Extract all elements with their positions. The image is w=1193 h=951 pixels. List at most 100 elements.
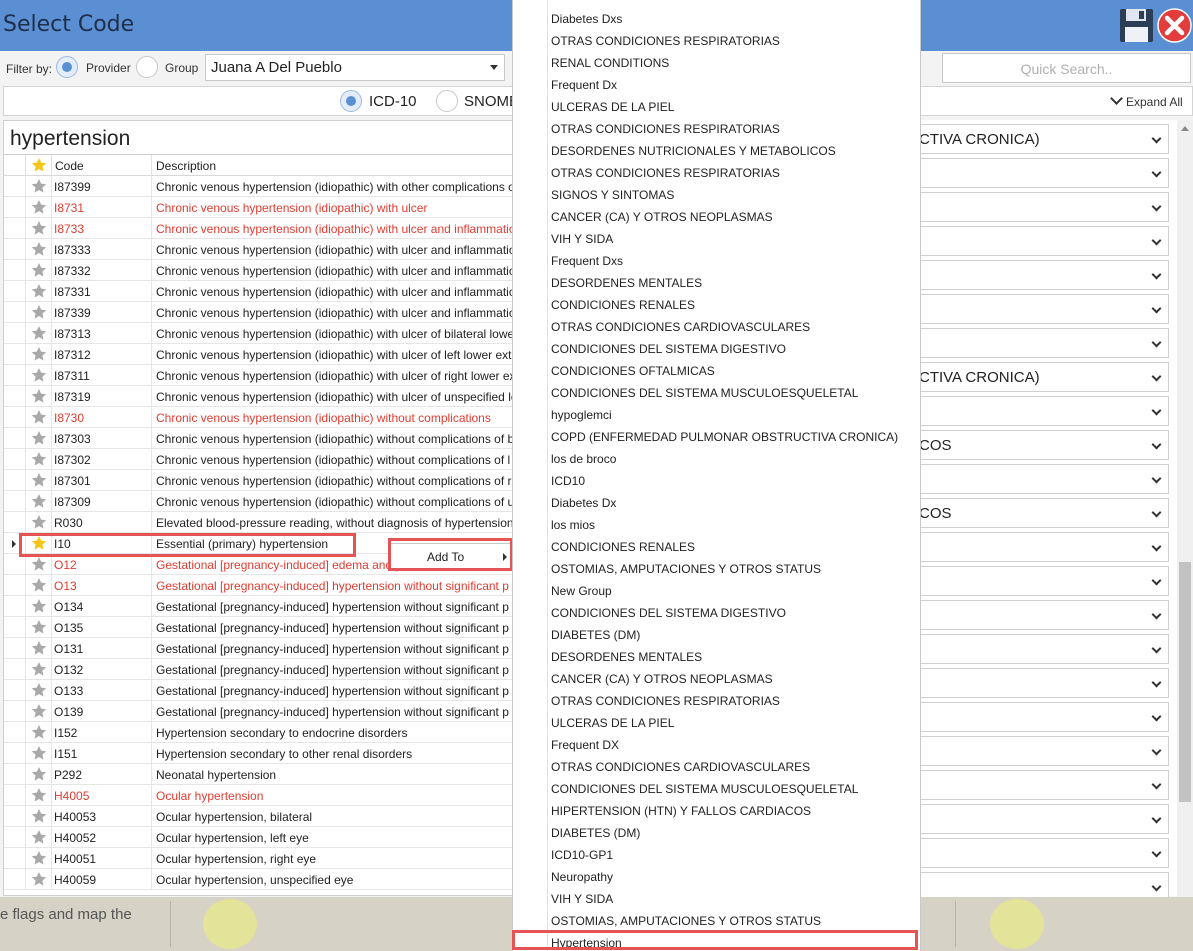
close-icon[interactable] <box>1157 8 1192 43</box>
star-icon[interactable] <box>31 304 47 320</box>
group-menu-item[interactable]: los mios <box>551 518 595 532</box>
table-row[interactable]: H4005 Ocular hypertension <box>4 785 517 806</box>
favorite-star-cell[interactable] <box>25 323 51 344</box>
table-row[interactable]: H40059 Ocular hypertension, unspecified e… <box>4 869 517 890</box>
code-column-header[interactable]: Code <box>51 155 151 176</box>
group-menu-item[interactable]: hypoglemci <box>551 408 612 422</box>
group-menu-item[interactable]: HIPERTENSION (HTN) Y FALLOS CARDIACOS <box>551 804 811 818</box>
group-menu-item[interactable]: Frequent Dxs <box>551 254 623 268</box>
favorite-star-cell[interactable] <box>25 512 51 533</box>
edit-icon[interactable] <box>990 899 1044 949</box>
chevron-down-icon[interactable] <box>1151 371 1162 382</box>
group-menu-item[interactable]: ULCERAS DE LA PIEL <box>551 716 674 730</box>
group-menu-item[interactable]: OTRAS CONDICIONES RESPIRATORIAS <box>551 122 780 136</box>
group-menu-item[interactable]: VIH Y SIDA <box>551 232 613 246</box>
star-icon[interactable] <box>31 409 47 425</box>
table-row[interactable]: I87309 Chronic venous hypertension (idiop… <box>4 491 517 512</box>
star-icon[interactable] <box>31 871 47 887</box>
provider-select[interactable]: Juana A Del Pueblo <box>205 54 505 81</box>
star-icon[interactable] <box>31 514 47 530</box>
group-row[interactable] <box>918 396 1169 426</box>
favorite-star-cell[interactable] <box>25 554 51 575</box>
group-menu-item[interactable]: ICD10-GP1 <box>551 848 613 862</box>
star-icon[interactable] <box>31 472 47 488</box>
provider-radio[interactable] <box>56 56 78 78</box>
group-menu-item[interactable]: Diabetes Dx <box>551 496 616 510</box>
table-row[interactable]: I87331 Chronic venous hypertension (idiop… <box>4 281 517 302</box>
group-row[interactable]: COS <box>918 430 1169 460</box>
favorite-star-cell[interactable] <box>25 659 51 680</box>
group-row[interactable] <box>918 260 1169 290</box>
group-menu-item[interactable]: RENAL CONDITIONS <box>551 56 669 70</box>
save-icon[interactable] <box>1119 8 1154 43</box>
snomed-radio[interactable] <box>436 90 458 112</box>
table-row[interactable]: I8730 Chronic venous hypertension (idiopa… <box>4 407 517 428</box>
star-icon[interactable] <box>31 850 47 866</box>
table-row[interactable]: O132 Gestational [pregnancy-induced] hype… <box>4 659 517 680</box>
chevron-down-icon[interactable] <box>1151 133 1162 144</box>
favorite-star-cell[interactable] <box>25 365 51 386</box>
chevron-down-icon[interactable] <box>1151 847 1162 858</box>
group-row[interactable]: CTIVA CRONICA) <box>918 362 1169 392</box>
group-row[interactable]: COS <box>918 498 1169 528</box>
favorite-star-cell[interactable] <box>25 701 51 722</box>
group-row[interactable] <box>918 736 1169 766</box>
star-icon[interactable] <box>31 808 47 824</box>
group-menu-item[interactable]: CONDICIONES DEL SISTEMA MUSCULOESQUELETA… <box>551 386 858 400</box>
table-row[interactable]: P292 Neonatal hypertension <box>4 764 517 785</box>
favorite-star-cell[interactable] <box>25 848 51 869</box>
group-menu-item[interactable]: DESORDENES MENTALES <box>551 650 702 664</box>
favorite-star-cell[interactable] <box>25 449 51 470</box>
group-menu-item[interactable]: OTRAS CONDICIONES CARDIOVASCULARES <box>551 760 810 774</box>
group-menu-item[interactable]: OTRAS CONDICIONES RESPIRATORIAS <box>551 34 780 48</box>
chevron-down-icon[interactable] <box>1151 439 1162 450</box>
table-row[interactable]: I87399 Chronic venous hypertension (idiop… <box>4 176 517 197</box>
table-row[interactable]: I87339 Chronic venous hypertension (idiop… <box>4 302 517 323</box>
star-icon[interactable] <box>31 451 47 467</box>
group-menu-item[interactable]: OTRAS CONDICIONES CARDIOVASCULARES <box>551 320 810 334</box>
group-menu-item[interactable]: Frequent DX <box>551 738 619 752</box>
star-icon[interactable] <box>31 556 47 572</box>
table-row[interactable]: I87302 Chronic venous hypertension (idiop… <box>4 449 517 470</box>
group-row[interactable]: CTIVA CRONICA) <box>918 124 1169 154</box>
star-icon[interactable] <box>31 787 47 803</box>
star-icon[interactable] <box>31 724 47 740</box>
table-row[interactable]: I87311 Chronic venous hypertension (idiop… <box>4 365 517 386</box>
chevron-down-icon[interactable] <box>1151 711 1162 722</box>
group-menu-item[interactable]: ICD10 <box>551 474 585 488</box>
star-icon[interactable] <box>31 682 47 698</box>
favorite-star-cell[interactable] <box>25 344 51 365</box>
star-icon[interactable] <box>31 262 47 278</box>
favorite-star-cell[interactable] <box>25 260 51 281</box>
star-icon[interactable] <box>31 367 47 383</box>
chevron-down-icon[interactable] <box>1151 235 1162 246</box>
chevron-down-icon[interactable] <box>1151 813 1162 824</box>
star-icon[interactable] <box>31 325 47 341</box>
star-icon[interactable] <box>31 199 47 215</box>
table-row[interactable]: H40053 Ocular hypertension, bilateral <box>4 806 517 827</box>
group-row[interactable] <box>918 158 1169 188</box>
table-row[interactable]: I152 Hypertension secondary to endocrine … <box>4 722 517 743</box>
star-icon[interactable] <box>31 346 47 362</box>
table-row[interactable]: I87319 Chronic venous hypertension (idiop… <box>4 386 517 407</box>
favorite-column-header[interactable] <box>25 155 51 176</box>
group-menu-item[interactable]: COPD (ENFERMEDAD PULMONAR OBSTRUCTIVA CR… <box>551 430 898 444</box>
table-row[interactable]: I87313 Chronic venous hypertension (idiop… <box>4 323 517 344</box>
scroll-up-icon[interactable] <box>1181 126 1189 131</box>
chevron-down-icon[interactable] <box>1151 677 1162 688</box>
table-row[interactable]: R030 Elevated blood-pressure reading, wit… <box>4 512 517 533</box>
group-menu-item[interactable]: CONDICIONES DEL SISTEMA MUSCULOESQUELETA… <box>551 782 858 796</box>
group-row[interactable] <box>918 634 1169 664</box>
star-icon[interactable] <box>31 241 47 257</box>
favorite-star-cell[interactable] <box>25 806 51 827</box>
group-row[interactable] <box>918 600 1169 630</box>
favorite-star-cell[interactable] <box>25 743 51 764</box>
search-term-input[interactable]: hypertension <box>4 121 517 155</box>
star-icon[interactable] <box>31 493 47 509</box>
favorite-star-cell[interactable] <box>25 575 51 596</box>
provider-check-icon[interactable] <box>203 899 257 949</box>
group-menu-item[interactable]: CANCER (CA) Y OTROS NEOPLASMAS <box>551 672 773 686</box>
table-row[interactable]: I8731 Chronic venous hypertension (idiopa… <box>4 197 517 218</box>
group-menu-item[interactable]: New Group <box>551 584 612 598</box>
group-row[interactable] <box>918 328 1169 358</box>
